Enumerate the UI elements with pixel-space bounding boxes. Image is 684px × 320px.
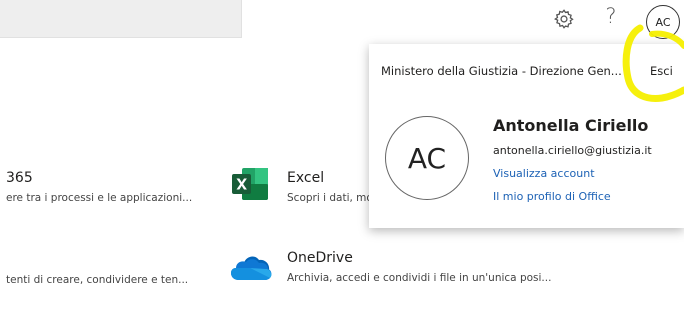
app-description-onedrive: Archivia, accedi e condividi i file in u… <box>287 272 552 284</box>
help-button[interactable]: ? <box>600 4 622 32</box>
excel-icon[interactable] <box>232 166 270 202</box>
top-bar: ? AC <box>0 0 684 42</box>
gear-icon[interactable] <box>553 8 575 30</box>
user-email: antonella.ciriello@giustizia.it <box>493 144 652 157</box>
organization-name: Ministero della Giustizia - Direzione Ge… <box>381 64 622 78</box>
app-description-excel: Scopri i dati, mo <box>287 192 369 204</box>
account-manager-panel: Ministero della Giustizia - Direzione Ge… <box>369 44 684 228</box>
onedrive-icon[interactable] <box>230 252 272 282</box>
search-box[interactable] <box>0 0 242 38</box>
account-initials: AC <box>655 15 671 29</box>
account-avatar-large[interactable]: AC <box>385 116 469 200</box>
account-avatar-button[interactable]: AC <box>646 5 680 39</box>
account-initials-large: AC <box>407 141 447 175</box>
office-profile-link[interactable]: Il mio profilo di Office <box>493 190 611 203</box>
view-account-link[interactable]: Visualizza account <box>493 167 595 180</box>
app-title[interactable]: 365 <box>6 170 33 186</box>
sign-out-link[interactable]: Esci <box>650 64 673 78</box>
user-name: Antonella Ciriello <box>493 116 649 135</box>
app-title-excel[interactable]: Excel <box>287 170 324 186</box>
app-description: tenti di creare, condividere e ten... <box>6 274 189 286</box>
app-title-onedrive[interactable]: OneDrive <box>287 250 353 266</box>
app-description: ere tra i processi e le applicazioni... <box>6 192 193 204</box>
